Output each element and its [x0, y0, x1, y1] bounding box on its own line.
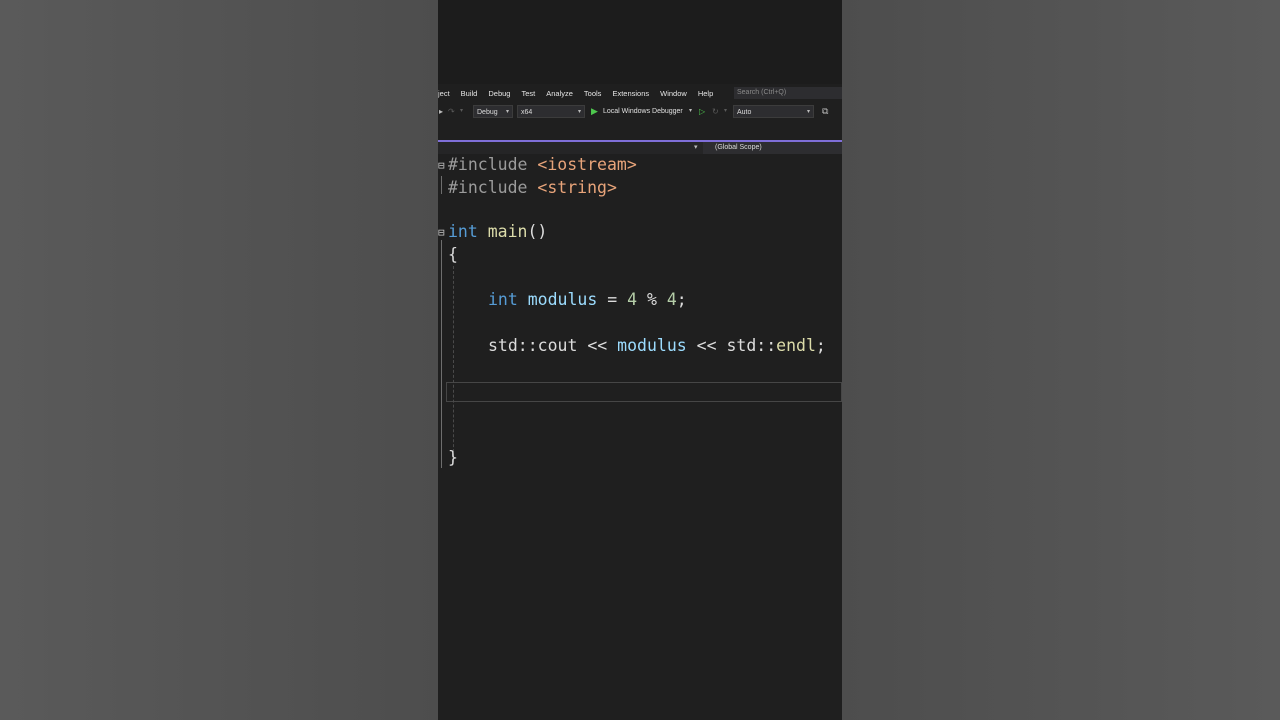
- code-line-1: #include <iostream>: [448, 154, 637, 176]
- search-input[interactable]: Search (Ctrl+Q): [734, 87, 842, 99]
- operator: =: [597, 290, 628, 309]
- window-layout-icon[interactable]: ⧉: [822, 105, 828, 118]
- collapse-icon[interactable]: ⊟: [438, 226, 445, 239]
- right-backdrop: [842, 0, 1280, 720]
- code-line-2: #include <string>: [448, 177, 617, 199]
- auto-dropdown[interactable]: Auto ▾: [733, 105, 814, 118]
- include-header: <iostream>: [537, 155, 637, 174]
- chevron-down-icon: ▾: [505, 109, 509, 115]
- identifier: cout: [537, 336, 578, 355]
- play-icon[interactable]: ▶: [591, 105, 598, 118]
- punctuation: ;: [676, 290, 687, 309]
- start-without-debugging-icon[interactable]: ▷: [699, 105, 705, 118]
- menu-project[interactable]: ject: [438, 89, 450, 98]
- chevron-down-icon[interactable]: ▾: [694, 143, 698, 151]
- menu-test[interactable]: Test: [521, 89, 535, 98]
- indent-guide: [453, 266, 454, 462]
- menu-analyze[interactable]: Analyze: [546, 89, 573, 98]
- operator: %: [637, 290, 667, 309]
- code-line-14: }: [448, 447, 458, 469]
- left-backdrop: [0, 0, 438, 720]
- configuration-dropdown[interactable]: Debug ▾: [473, 105, 513, 118]
- platform-value: x64: [521, 109, 533, 116]
- platform-dropdown[interactable]: x64 ▾: [517, 105, 585, 118]
- top-blank-area: [438, 0, 842, 84]
- fold-bracket: [441, 176, 442, 194]
- menu-build[interactable]: Build: [461, 89, 478, 98]
- preprocessor-directive: #include: [448, 155, 528, 174]
- keyword: int: [488, 290, 518, 309]
- punctuation: (): [527, 222, 548, 241]
- menu-tools[interactable]: Tools: [584, 89, 602, 98]
- configuration-value: Debug: [477, 109, 498, 116]
- menu-bar: ject Build Debug Test Analyze Tools Exte…: [438, 85, 842, 101]
- code-editor[interactable]: ⊟ ⊟ #include <iostream> #include <string…: [438, 154, 842, 720]
- brace: }: [448, 448, 458, 467]
- run-debugger-button[interactable]: Local Windows Debugger: [603, 105, 683, 118]
- variable: modulus: [617, 336, 687, 355]
- code-line-9: std::cout << modulus << std::endl;: [488, 335, 826, 357]
- code-line-5: {: [448, 244, 458, 266]
- number-literal: 4: [627, 290, 638, 309]
- collapse-icon[interactable]: ⊟: [438, 159, 445, 172]
- navigation-bar: ▾ (Global Scope): [438, 142, 842, 154]
- auto-value: Auto: [737, 109, 752, 116]
- punctuation: ;: [815, 336, 826, 355]
- chevron-down-icon: ▾: [806, 109, 810, 115]
- redo-dropdown-icon[interactable]: ▾: [460, 105, 463, 118]
- menu-window[interactable]: Window: [660, 89, 687, 98]
- namespace: std::: [726, 336, 777, 355]
- include-header: <string>: [537, 178, 617, 197]
- undo-icon[interactable]: ▸: [439, 105, 443, 118]
- code-line-4: int main(): [448, 221, 547, 243]
- menu-extensions[interactable]: Extensions: [612, 89, 649, 98]
- brace: {: [448, 245, 458, 264]
- operator: <<: [686, 336, 727, 355]
- code-line-7: int modulus = 4 % 4;: [488, 289, 687, 311]
- restart-icon[interactable]: ↻: [712, 105, 719, 118]
- redo-icon[interactable]: ↷: [448, 105, 455, 118]
- fold-bracket: [441, 240, 442, 468]
- current-line-highlight: [446, 382, 842, 402]
- visual-studio-window: ject Build Debug Test Analyze Tools Exte…: [438, 0, 842, 720]
- scope-dropdown[interactable]: (Global Scope): [703, 142, 842, 154]
- menu-help[interactable]: Help: [698, 89, 713, 98]
- run-dropdown-icon[interactable]: ▾: [689, 105, 692, 118]
- menu-debug[interactable]: Debug: [488, 89, 510, 98]
- toolbar: ▸ ↷ ▾ Debug ▾ x64 ▾ ▶ Local Windows Debu…: [438, 103, 842, 121]
- function-name: main: [487, 222, 528, 241]
- preprocessor-directive: #include: [448, 178, 528, 197]
- variable: modulus: [527, 290, 598, 309]
- operator: <<: [577, 336, 618, 355]
- number-literal: 4: [666, 290, 677, 309]
- namespace: std::: [488, 336, 538, 355]
- chevron-down-icon: ▾: [577, 109, 581, 115]
- keyword: int: [448, 222, 478, 241]
- function-name: endl: [776, 336, 816, 355]
- dropdown-icon[interactable]: ▾: [724, 105, 727, 118]
